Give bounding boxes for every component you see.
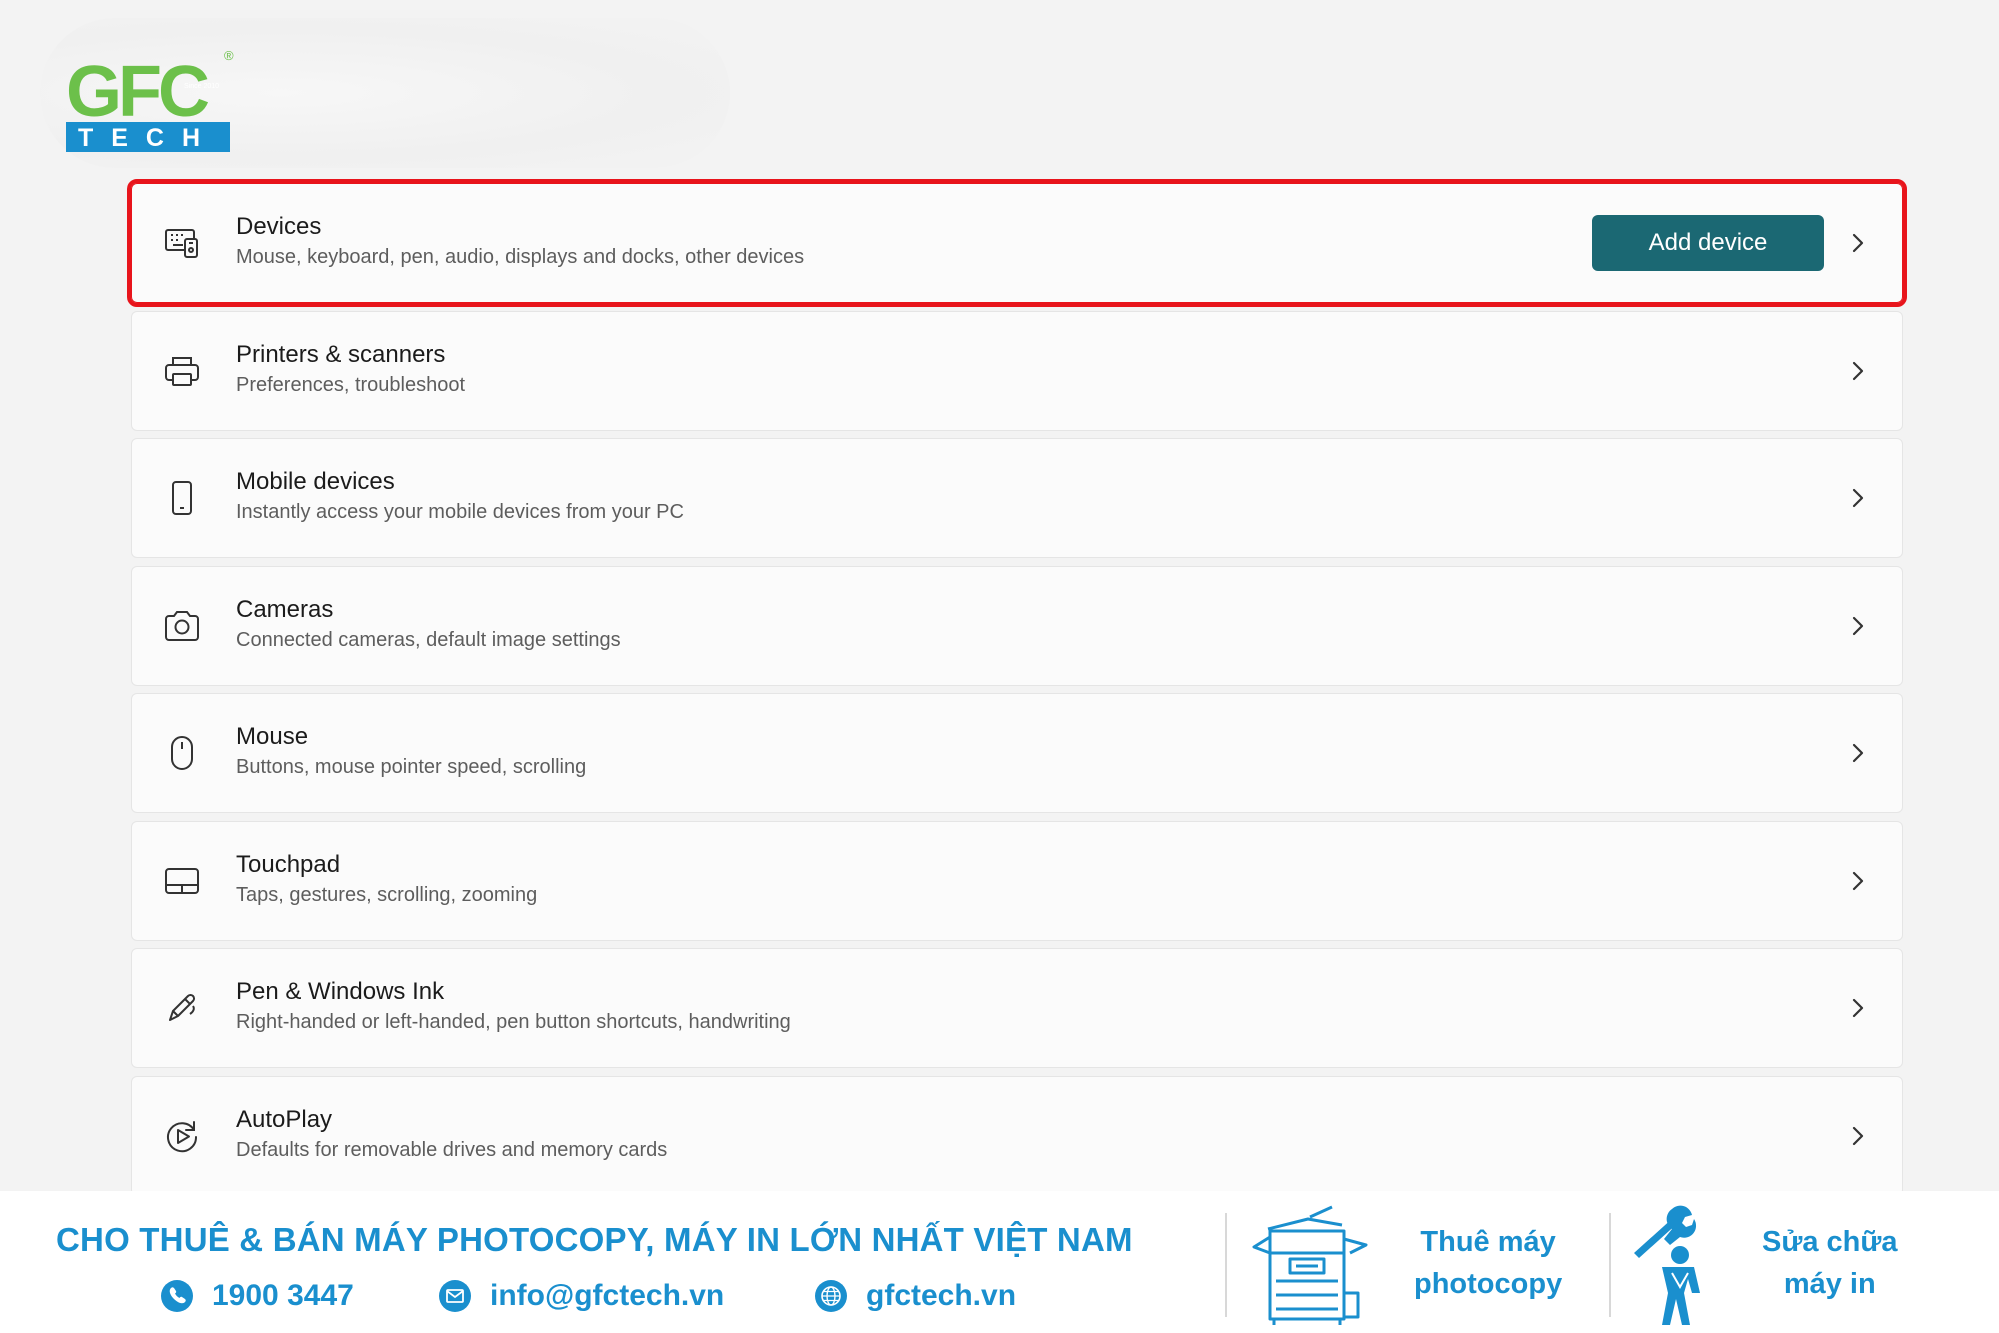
item-description: Buttons, mouse pointer speed, scrolling [236, 756, 587, 778]
divider [1609, 1213, 1611, 1317]
mouse-icon [162, 733, 202, 773]
svg-text:®: ® [224, 48, 234, 63]
chevron-right-icon[interactable] [1848, 996, 1868, 1020]
settings-item-pen-windows-ink[interactable]: Pen & Windows Ink Right-handed or left-h… [131, 948, 1903, 1068]
chevron-right-icon[interactable] [1848, 741, 1868, 765]
item-title: Mobile devices [236, 468, 395, 495]
devices-icon [162, 223, 202, 263]
chevron-right-icon[interactable] [1848, 359, 1868, 383]
add-device-button[interactable]: Add device [1592, 215, 1824, 271]
promo-banner: CHO THUÊ & BÁN MÁY PHOTOCOPY, MÁY IN LỚN… [0, 1191, 1999, 1333]
phone-icon [161, 1280, 193, 1312]
item-description: Right-handed or left-handed, pen button … [236, 1011, 791, 1033]
email-icon [439, 1280, 471, 1312]
autoplay-icon [162, 1116, 202, 1156]
svg-text:TECH: TECH [78, 124, 218, 152]
pen-icon [162, 988, 202, 1028]
website-contact[interactable]: gfctech.vn [814, 1279, 1016, 1313]
settings-item-devices[interactable]: Devices Mouse, keyboard, pen, audio, dis… [127, 179, 1907, 307]
item-title: Devices [236, 213, 322, 240]
globe-icon [815, 1280, 847, 1312]
item-title: AutoPlay [236, 1105, 333, 1133]
divider [1225, 1213, 1227, 1317]
website-url: gfctech.vn [866, 1279, 1017, 1312]
printer-icon [162, 351, 202, 391]
settings-item-autoplay[interactable]: AutoPlay Defaults for removable drives a… [131, 1075, 1903, 1196]
svg-text:Since 2010: Since 2010 [184, 83, 219, 90]
chevron-right-icon[interactable] [1848, 486, 1868, 510]
settings-list: Devices Mouse, keyboard, pen, audio, dis… [127, 179, 1907, 1196]
touchpad-icon [162, 861, 202, 901]
chevron-right-icon[interactable] [1848, 231, 1868, 255]
svg-text:GFC: GFC [66, 52, 209, 132]
gfc-tech-logo: GFC Since 2010 ® TECH [66, 48, 234, 152]
settings-item-mobile-devices[interactable]: Mobile devices Instantly access your mob… [131, 438, 1903, 558]
page: GFC Since 2010 ® TECH Devices Mouse, key… [0, 0, 1999, 1333]
item-description: Mouse, keyboard, pen, audio, displays an… [236, 246, 805, 268]
photocopier-icon [1252, 1205, 1368, 1325]
item-description: Defaults for removable drives and memory… [236, 1138, 668, 1161]
item-description: Taps, gestures, scrolling, zooming [236, 883, 538, 906]
camera-icon [162, 606, 202, 646]
chevron-right-icon[interactable] [1848, 614, 1868, 638]
chevron-right-icon[interactable] [1848, 869, 1868, 893]
phone-contact[interactable]: 1900 3447 [160, 1279, 354, 1313]
settings-item-printers[interactable]: Printers & scanners Preferences, trouble… [131, 310, 1903, 431]
settings-item-mouse[interactable]: Mouse Buttons, mouse pointer speed, scro… [131, 693, 1903, 813]
settings-item-cameras[interactable]: Cameras Connected cameras, default image… [131, 565, 1903, 686]
item-title: Touchpad [236, 850, 341, 878]
item-description: Instantly access your mobile devices fro… [236, 501, 684, 523]
item-title: Cameras [236, 595, 334, 623]
item-description: Preferences, troubleshoot [236, 373, 466, 396]
phone-number: 1900 3447 [212, 1279, 354, 1312]
chevron-right-icon[interactable] [1848, 1124, 1868, 1148]
email-address: info@gfctech.vn [490, 1279, 725, 1312]
email-contact[interactable]: info@gfctech.vn [438, 1279, 724, 1313]
item-title: Pen & Windows Ink [236, 978, 445, 1005]
phone-icon [162, 478, 202, 518]
item-description: Connected cameras, default image setting… [236, 628, 621, 651]
banner-title: CHO THUÊ & BÁN MÁY PHOTOCOPY, MÁY IN LỚN… [56, 1221, 1133, 1258]
service-rent-photocopy[interactable]: Thuê máy photocopy [1414, 1221, 1562, 1305]
item-title: Mouse [236, 723, 309, 750]
item-title: Printers & scanners [236, 340, 446, 368]
settings-item-touchpad[interactable]: Touchpad Taps, gestures, scrolling, zoom… [131, 820, 1903, 941]
repair-technician-icon [1634, 1205, 1700, 1325]
service-repair-printer[interactable]: Sửa chữa máy in [1762, 1221, 1898, 1305]
